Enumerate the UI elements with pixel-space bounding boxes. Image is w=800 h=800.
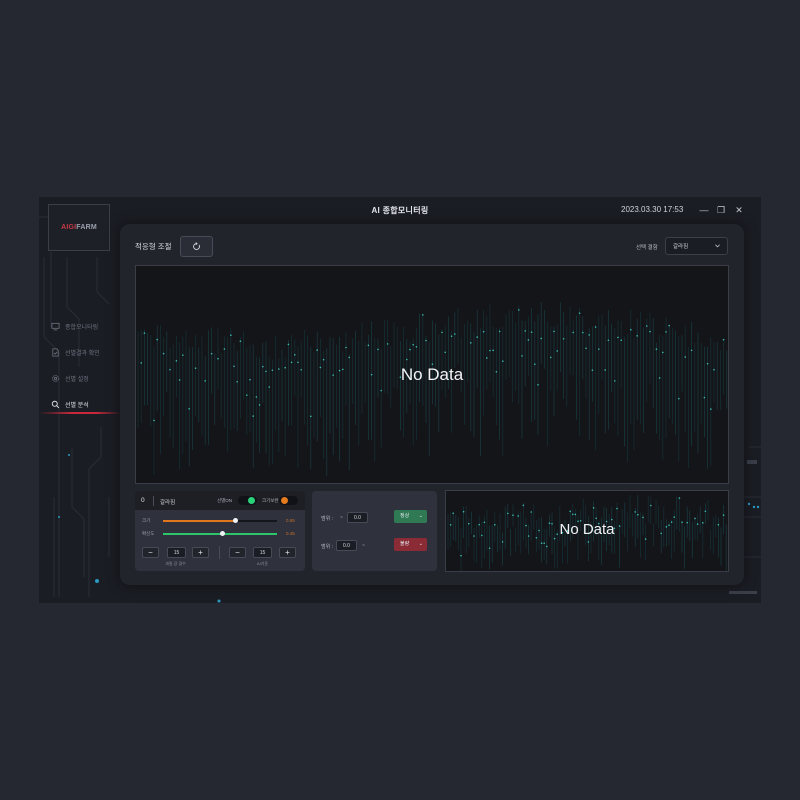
refresh-button[interactable] [180,236,213,257]
range2-tilde: ~ [362,543,365,549]
confidence-slider-label: 확신도 [142,531,155,536]
logo-prefix: AIGI [61,224,77,231]
normal-select-label: 정상 [400,513,410,519]
close-button[interactable]: ✕ [732,203,746,217]
sort-on-toggle[interactable] [238,496,257,505]
document-check-icon [52,347,59,357]
defect-select-value: 갈라짐 [673,244,689,250]
normal-select[interactable]: 정상 ⌄ [394,510,427,523]
range1-value-input[interactable]: 0.0 [347,512,368,523]
size-slider-thumb[interactable] [233,518,238,523]
confidence-slider-thumb[interactable] [220,531,225,536]
sidebar-item-settings[interactable]: 선별 설정 [39,367,121,389]
size-comp-label: 크기보완 [262,498,279,503]
datetime: 2023.03.30 17:53 [621,205,684,214]
sidebar-item-results[interactable]: 선별결과 확인 [39,341,121,363]
search-icon [51,400,60,408]
sidebar-item-label: 선별 설정 [65,376,89,383]
no-data-label: No Data [559,521,615,538]
sidebar-item-label: 선별 분석 [65,402,89,409]
size-slider[interactable] [163,518,277,523]
logo: AIGIFARM [48,204,110,251]
defect-select-badge[interactable]: 불량 ⌄ [394,538,427,551]
sidebar-item-monitoring[interactable]: 종합모니터링 [39,315,121,337]
defect-control-header: 0 갈라짐 선별ON 크기보완 [135,491,305,510]
logo-suffix: FARM [76,224,97,231]
size-slider-value: 0.55 [286,518,295,523]
range2-value-input[interactable]: 0.0 [336,540,357,551]
small-chart: No Data [445,490,729,572]
stepper1-value[interactable]: 15 [167,547,186,558]
confidence-slider[interactable] [163,531,277,536]
chevron-down-icon: ⌄ [418,541,423,547]
stepper1-minus-button[interactable]: − [142,547,159,558]
range2-label: 범위 : [321,544,333,550]
range1-label: 범위 : [321,516,333,522]
defect-select-badge-label: 불량 [400,541,410,547]
size-slider-label: 크기 [142,518,151,523]
stepper1-label: 과밀 강 경수 [165,561,186,566]
defect-index: 0 [141,497,145,504]
page-title: 적응형 조절 [135,242,172,251]
sidebar-item-label: 종합모니터링 [65,324,99,331]
no-data-label: No Data [400,365,464,384]
monitor-icon [51,322,60,330]
main-chart: No Data [135,265,729,484]
confidence-slider-value: 0.45 [286,531,295,536]
chevron-down-icon: ⌄ [418,513,423,519]
sort-on-label: 선별ON [217,498,233,503]
stepper2-label: AI기준 [256,561,269,566]
stepper2-minus-button[interactable]: − [229,547,246,558]
range1-tilde: ~ [340,515,343,521]
defect-name: 갈라짐 [160,500,176,506]
gear-icon [52,374,59,382]
sidebar-item-label: 선별결과 확인 [65,350,100,357]
select-defect-label: 선택 결함 [636,245,658,251]
refresh-icon [193,242,200,250]
defect-control-panel: 0 갈라짐 선별ON 크기보완 크기 0.55 확신도 0.45 − 15 + … [135,491,305,571]
defect-select[interactable]: 갈라짐 [665,237,728,255]
active-nav-indicator [39,412,121,414]
title-bar: AI 종합모니터링 2023.03.30 17:53 — ❐ ✕ [39,197,761,224]
stepper1-plus-button[interactable]: + [192,547,209,558]
stepper2-value[interactable]: 15 [253,547,272,558]
main-panel: 적응형 조절 선택 결함 갈라짐 No Data 0 갈라짐 선별ON 크기보완… [120,224,744,585]
restore-button[interactable]: ❐ [714,203,728,217]
app-window: AI 종합모니터링 2023.03.30 17:53 — ❐ ✕ AIGIFAR… [39,197,761,603]
chevron-down-icon [715,244,720,248]
stepper2-plus-button[interactable]: + [279,547,296,558]
range-panel: 범위 : ~ 0.0 정상 ⌄ 범위 : 0.0 ~ 불량 ⌄ [312,491,437,571]
size-comp-toggle[interactable] [279,496,298,505]
minimize-button[interactable]: — [697,203,711,217]
